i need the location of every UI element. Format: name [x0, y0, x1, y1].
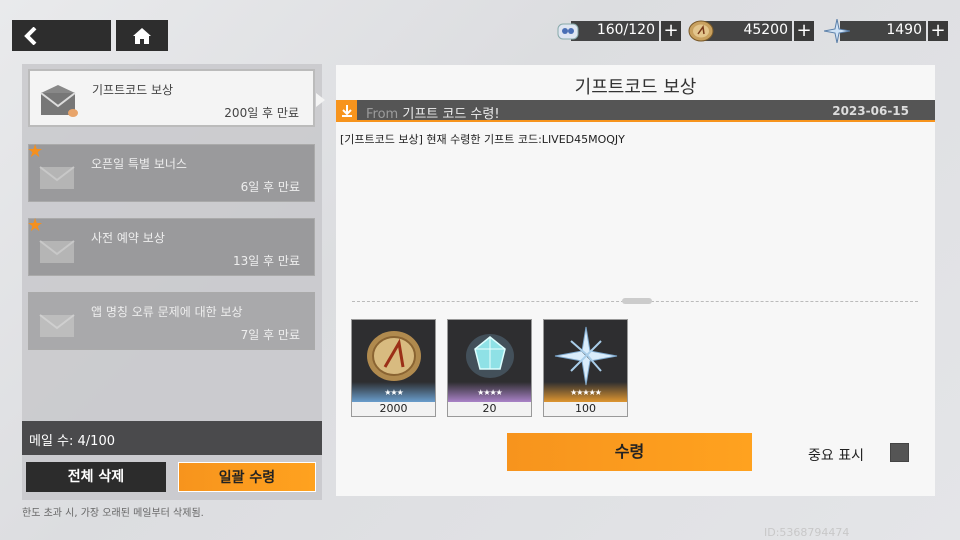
sender-bar: From 기프트 코드 수령! 2023-06-15 — [336, 100, 935, 122]
reward-item-gem[interactable]: ★★★★ 20 — [447, 319, 532, 417]
from-label: From 기프트 코드 수령! — [366, 107, 500, 122]
resource-stamina: 160/120 + — [553, 20, 681, 42]
envelope-icon — [40, 85, 78, 117]
important-mark-label: 중요 표시 — [808, 448, 864, 464]
battery-icon — [553, 19, 583, 43]
mail-list-panel: 기프트코드 보상 200일 후 만료 ★ 오픈일 특별 보너스 6일 후 만료 … — [22, 64, 325, 500]
divider-handle — [622, 298, 652, 304]
add-crystal-button[interactable]: + — [928, 21, 948, 41]
delete-all-button[interactable]: 전체 삭제 — [26, 462, 166, 492]
mail-expire: 6일 후 만료 — [240, 180, 300, 194]
coin-icon — [686, 19, 716, 43]
crystal-icon — [822, 19, 852, 43]
reward-quantity: 100 — [544, 402, 627, 416]
reward-quantity: 20 — [448, 402, 531, 416]
mail-title: 오픈일 특별 보너스 — [91, 157, 187, 171]
mail-item-preregistration[interactable]: ★ 사전 예약 보상 13일 후 만료 — [27, 215, 315, 276]
mail-detail-title: 기프트코드 보상 — [574, 77, 697, 98]
mail-item-app-name-error[interactable]: 앱 명칭 오류 문제에 대한 보상 7일 후 만료 — [28, 292, 315, 350]
add-coin-button[interactable]: + — [794, 21, 814, 41]
user-id: ID:5368794474 — [764, 526, 850, 539]
stamina-value: 160/120 — [596, 22, 655, 38]
mail-expire: 7일 후 만료 — [240, 328, 300, 342]
important-mark-checkbox[interactable] — [890, 443, 909, 462]
back-button[interactable] — [12, 20, 111, 51]
mail-detail-panel: 기프트코드 보상 From 기프트 코드 수령! 2023-06-15 [기프트… — [336, 65, 935, 496]
envelope-icon — [39, 166, 75, 189]
resource-crystal: 1490 + — [822, 19, 948, 43]
reward-item-coin[interactable]: ★★★ 2000 — [351, 319, 436, 417]
mail-title: 기프트코드 보상 — [92, 83, 174, 97]
back-arrow-icon — [24, 26, 37, 45]
mail-item-gift-code[interactable]: 기프트코드 보상 200일 후 만료 — [28, 69, 325, 127]
sender-name: 기프트 코드 수령! — [402, 107, 500, 122]
rarity-stars: ★★★ — [384, 388, 404, 397]
mail-expire: 200일 후 만료 — [224, 106, 299, 120]
rarity-stars: ★★★★ — [477, 388, 503, 397]
home-button[interactable] — [116, 20, 168, 51]
home-icon — [133, 27, 151, 44]
resource-coin: 45200 + — [686, 20, 814, 42]
mail-expire: 13일 후 만료 — [232, 254, 300, 268]
crystal-value: 1490 — [886, 22, 922, 38]
mail-title: 사전 예약 보상 — [91, 231, 165, 245]
add-stamina-button[interactable]: + — [661, 21, 681, 41]
mail-body: [기프트코드 보상] 현재 수령한 기프트 코드:LIVED45MOQJY — [340, 133, 625, 146]
claim-all-button[interactable]: 일괄 수령 — [178, 462, 316, 492]
mail-item-opening-bonus[interactable]: ★ 오픈일 특별 보너스 6일 후 만료 — [27, 141, 315, 202]
reward-quantity: 2000 — [352, 402, 435, 416]
mail-count: 메일 수: 4/100 — [22, 421, 322, 455]
claim-button[interactable]: 수령 — [507, 433, 752, 471]
envelope-icon — [39, 314, 75, 337]
envelope-icon — [39, 240, 75, 263]
mail-date: 2023-06-15 — [832, 104, 909, 118]
reward-item-crystal[interactable]: ★★★★★ 100 — [543, 319, 628, 417]
coin-value: 45200 — [743, 22, 788, 38]
selected-arrow-icon — [316, 93, 325, 107]
mail-limit-note: 한도 초과 시, 가장 오래된 메일부터 삭제됨. — [22, 508, 204, 519]
rarity-stars: ★★★★★ — [570, 388, 602, 397]
mail-title: 앱 명칭 오류 문제에 대한 보상 — [91, 305, 243, 319]
download-icon — [336, 100, 357, 122]
